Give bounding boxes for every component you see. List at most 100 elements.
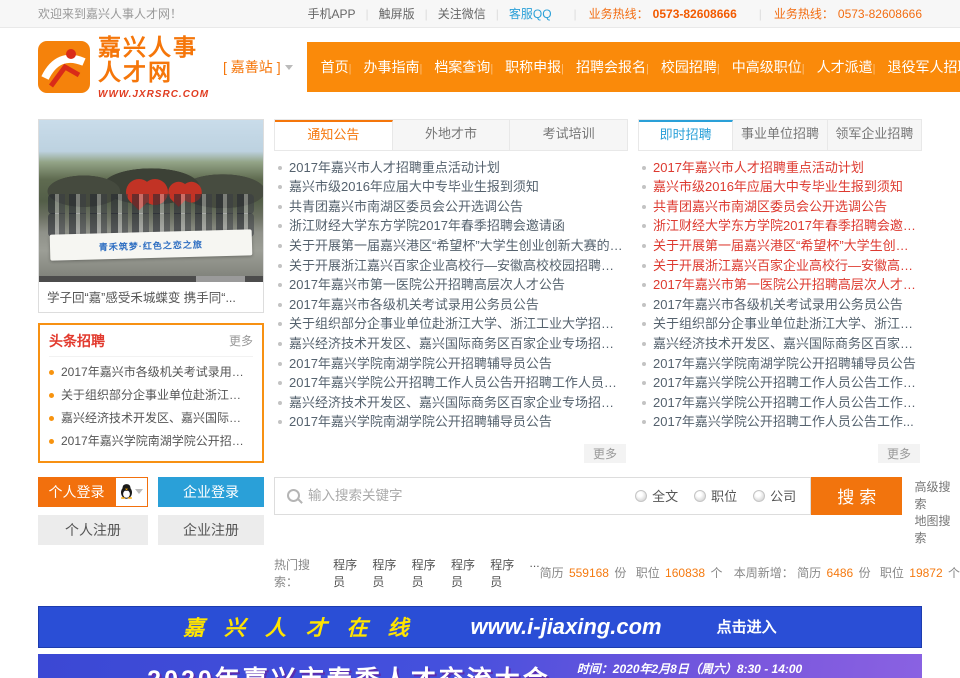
job-item[interactable]: 2017年嘉兴市各级机关考试录用公务员公告 [640,295,920,315]
tab-instant-jobs[interactable]: 即时招聘 [639,120,733,150]
job-item[interactable]: 2017年嘉兴学院公开招聘工作人员公告工作人员... [640,393,920,413]
company-login-button[interactable]: 企业登录 [158,477,264,507]
job-item[interactable]: 2017年嘉兴学院公开招聘工作人员公告工作人员... [640,373,920,393]
notice-item[interactable]: 2017年嘉兴市人才招聘重点活动计划 [276,158,626,178]
tab-notice[interactable]: 通知公告 [275,120,393,150]
notice-item[interactable]: 浙江财经大学东方学院2017年春季招聘会邀请函 [276,216,626,236]
radio-company[interactable]: 公司 [753,486,796,505]
qq-login-dropdown[interactable] [115,477,148,507]
headline-item[interactable]: 嘉兴经济技术开发区、嘉兴国际商务... [49,407,253,430]
hot-term[interactable]: 程序员 [372,556,404,590]
site-url: WWW.JXRSRC.COM [98,89,209,100]
hot-term[interactable]: 程序员 [412,556,444,590]
jiaxing-talent-online-banner[interactable]: 嘉 兴 人 才 在 线 www.i-jiaxing.com 点击进入 [38,606,922,648]
left-column: 青禾筑梦·红色之恋之旅 学子回“嘉”感受禾城蝶变 携手同“... 头条招聘 更多… [38,119,264,463]
hot-search-label: 热门搜索： [274,556,329,590]
job-item[interactable]: 共青团嘉兴市南湖区委员会公开选调公告 [640,197,920,217]
job-item[interactable]: 2017年嘉兴学院公开招聘工作人员公告工作... [640,412,920,432]
company-register-button[interactable]: 企业注册 [158,515,264,545]
job-item[interactable]: 嘉兴市级2016年应届大中专毕业生报到须知 [640,177,920,197]
separator: | [759,7,762,21]
tab-leading-company[interactable]: 领军企业招聘 [828,120,921,150]
advanced-search-link[interactable]: 高级搜索 [914,479,960,513]
personal-login-button[interactable]: 个人登录 [38,477,148,507]
job-item[interactable]: 2017年嘉兴市第一医院公开招聘高层次人才公告 [640,275,920,295]
headline-item[interactable]: 2017年嘉兴学院南湖学院公开招聘辅... [49,430,253,453]
topbar-link[interactable]: 客服QQ [486,5,552,22]
main-nav: 首页办事指南档案查询职称申报招聘会报名校园招聘中高级职位人才派遣退役军人招聘 [307,42,960,92]
topbar-link[interactable]: 手机APP [307,5,355,22]
search-button[interactable]: 搜索 [811,477,902,515]
notice-item[interactable]: 2017年嘉兴市各级机关考试录用公务员公告 [276,295,626,315]
job-item[interactable]: 关于开展浙江嘉兴百家企业高校行—安徽高校校园... [640,256,920,276]
notice-item[interactable]: 嘉兴经济技术开发区、嘉兴国际商务区百家企业专场招聘会公告 [276,393,626,413]
job-item[interactable]: 嘉兴经济技术开发区、嘉兴国际商务区百家企业专... [640,334,920,354]
nav-link[interactable]: 办事指南 [349,57,420,77]
notice-item[interactable]: 嘉兴经济技术开发区、嘉兴国际商务区百家企业专场招聘会公告 [276,334,626,354]
nav-link[interactable]: 人才派遣 [802,57,873,77]
week-resume-count: 6486 [827,566,854,580]
tab-outside-market[interactable]: 外地才市 [393,120,511,150]
headline-item[interactable]: 2017年嘉兴市各级机关考试录用公务... [49,361,253,384]
jobs-more-link[interactable]: 更多 [878,444,920,463]
notice-column: 通知公告 外地才市 考试培训 2017年嘉兴市人才招聘重点活动计划嘉兴市级201… [274,119,628,463]
jobs-list: 2017年嘉兴市人才招聘重点活动计划嘉兴市级2016年应届大中专毕业生报到须知共… [638,151,922,434]
notice-more-link[interactable]: 更多 [584,444,626,463]
carousel-scrollbar[interactable] [39,276,263,282]
job-item[interactable]: 浙江财经大学东方学院2017年春季招聘会邀请函 [640,216,920,236]
carousel-photo[interactable]: 青禾筑梦·红色之恋之旅 [39,120,263,276]
chevron-down-icon [285,65,293,70]
notice-item[interactable]: 嘉兴市级2016年应届大中专毕业生报到须知 [276,177,626,197]
nav-link[interactable]: 中高级职位 [717,57,802,77]
site-name: 嘉兴人事人才网 [98,35,209,86]
spring-job-fair-banner[interactable]: 2020年嘉兴市春季人才交流大会 时间：2020年2月8日（周六）8:30 - … [38,654,922,678]
tab-exam-training[interactable]: 考试培训 [510,120,627,150]
search-input[interactable] [308,488,635,503]
banner1-cta: 点击进入 [717,616,777,637]
hotline-2: | 业务热线： 0573-82608666 [751,5,922,22]
search-icon [287,489,300,502]
radio-fulltext[interactable]: 全文 [635,486,678,505]
notice-item[interactable]: 2017年嘉兴学院南湖学院公开招聘辅导员公告 [276,412,626,432]
carousel-caption[interactable]: 学子回“嘉”感受禾城蝶变 携手同“... [39,282,263,312]
notice-item[interactable]: 2017年嘉兴市第一医院公开招聘高层次人才公告 [276,275,626,295]
hot-term[interactable]: ... [530,556,540,590]
banner1-title: 嘉 兴 人 才 在 线 [183,612,415,642]
notice-item[interactable]: 2017年嘉兴学院南湖学院公开招聘辅导员公告 [276,354,626,374]
notice-item[interactable]: 关于开展第一届嘉兴港区“希望杯”大学生创业创新大赛的通知 [276,236,626,256]
station-selector[interactable]: [ 嘉善站 ] [223,57,293,77]
nav-link[interactable]: 退役军人招聘 [873,57,960,77]
notice-item[interactable]: 关于组织部分企事业单位赴浙江大学、浙江工业大学招聘人才的... [276,314,626,334]
nav-link[interactable]: 职称申报 [490,57,561,77]
tab-public-institution[interactable]: 事业单位招聘 [733,120,827,150]
nav-link[interactable]: 招聘会报名 [561,57,646,77]
hot-term[interactable]: 程序员 [333,556,365,590]
job-item[interactable]: 关于开展第一届嘉兴港区“希望杯”大学生创业创... [640,236,920,256]
radio-position[interactable]: 职位 [694,486,737,505]
headline-more-link[interactable]: 更多 [229,332,253,349]
notice-item[interactable]: 2017年嘉兴学院公开招聘工作人员公告开招聘工作人员公告开... [276,373,626,393]
site-logo[interactable]: 嘉兴人事人才网 WWW.JXRSRC.COM [38,35,209,100]
notice-list: 2017年嘉兴市人才招聘重点活动计划嘉兴市级2016年应届大中专毕业生报到须知共… [274,151,628,434]
nav-link[interactable]: 校园招聘 [646,57,717,77]
notice-item[interactable]: 共青团嘉兴市南湖区委员会公开选调公告 [276,197,626,217]
job-item[interactable]: 2017年嘉兴学院南湖学院公开招聘辅导员公告 [640,354,920,374]
topbar-link[interactable]: 关注微信 [415,5,486,22]
job-item[interactable]: 2017年嘉兴市人才招聘重点活动计划 [640,158,920,178]
personal-register-button[interactable]: 个人注册 [38,515,148,545]
hot-term[interactable]: 程序员 [451,556,483,590]
job-item[interactable]: 关于组织部分企事业单位赴浙江大学、浙江工业大... [640,314,920,334]
chevron-down-icon [135,489,143,494]
jobs-column: 即时招聘 事业单位招聘 领军企业招聘 2017年嘉兴市人才招聘重点活动计划嘉兴市… [638,119,922,463]
topbar-link[interactable]: 触屏版 [355,5,414,22]
hot-term[interactable]: 程序员 [490,556,522,590]
map-search-link[interactable]: 地图搜索 [914,513,960,547]
notice-item[interactable]: 关于开展浙江嘉兴百家企业高校行—安徽高校校园招聘活动的通... [276,256,626,276]
nav-link[interactable]: 档案查询 [419,57,490,77]
nav-link[interactable]: 首页 [321,57,349,77]
radio-icon [694,490,706,502]
carousel-scrollbar-handle[interactable] [196,276,245,282]
headline-item[interactable]: 关于组织部分企事业单位赴浙江大学... [49,384,253,407]
headline-title: 头条招聘 [49,331,105,351]
photo-banner: 青禾筑梦·红色之恋之旅 [50,229,252,260]
